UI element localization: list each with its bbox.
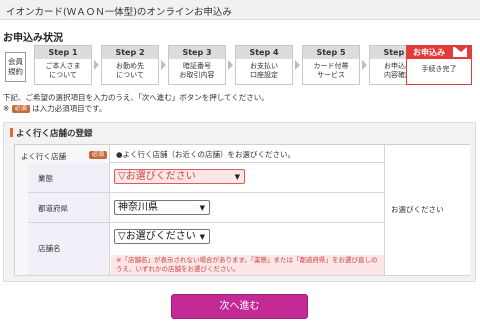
store-registration-panel: よく行く店舗の登録 よく行く店舗 必須 ●よく行く店舗（お近くの店舗）をお選びく… bbox=[3, 122, 476, 282]
row-value-prefecture: 神奈川県 ▼ bbox=[110, 193, 385, 223]
step-2: Step 2 お勤め先 について bbox=[101, 45, 159, 85]
member-terms-step: 会員 規約 bbox=[5, 52, 26, 82]
page-title: イオンカード(ＷＡＯＮ一体型)のオンラインお申込み bbox=[6, 7, 232, 18]
right-note-cell: お選びください bbox=[385, 145, 470, 276]
page-header: イオンカード(ＷＡＯＮ一体型)のオンラインお申込み bbox=[0, 0, 480, 20]
envelope-icon bbox=[453, 47, 467, 57]
required-badge: 必須 bbox=[89, 151, 108, 159]
chevron-down-icon: ▼ bbox=[234, 173, 240, 181]
step-complete: お申込み 手続き完了 bbox=[406, 45, 472, 85]
chevron-down-icon: ▼ bbox=[199, 204, 205, 212]
panel-title: よく行く店舗の登録 bbox=[10, 127, 93, 139]
step-3: Step 3 暗証番号 お取引内容 bbox=[168, 45, 226, 85]
row-label-prefecture: 都道府県 bbox=[28, 193, 110, 223]
row-label-store-name: 店舗名 bbox=[28, 223, 110, 276]
step-progress: Step 1 ご本人さま について Step 2 お勤め先 について Step 3 … bbox=[34, 45, 480, 85]
prefecture-select[interactable]: 神奈川県 ▼ bbox=[114, 200, 210, 215]
step-arrow-icon bbox=[362, 60, 367, 70]
field-label: よく行く店舗 bbox=[21, 152, 66, 161]
step-arrow-icon bbox=[94, 60, 99, 70]
status-heading: お申込み状況 bbox=[3, 33, 63, 44]
right-note: お選びください bbox=[391, 205, 444, 214]
step-5: Step 5 カード付帯 サービス bbox=[302, 45, 360, 85]
hint-text: ●よく行く店舗（お近くの店舗）をお選びください。 bbox=[116, 150, 296, 159]
step-arrow-icon bbox=[295, 60, 300, 70]
row-label-business-type: 業態 bbox=[28, 163, 110, 193]
business-type-select[interactable]: ▽お選びください ▼ bbox=[114, 169, 245, 184]
next-button[interactable]: 次へ進む bbox=[171, 294, 308, 319]
store-name-select[interactable]: ▽お選びください ▼ bbox=[114, 229, 210, 244]
step-4: Step 4 お支払い 口座設定 bbox=[235, 45, 293, 85]
required-badge: 必須 bbox=[11, 105, 30, 113]
store-form-table: よく行く店舗 必須 ●よく行く店舗（お近くの店舗）をお選びください。 業態 ▽お… bbox=[14, 144, 470, 276]
error-message: ※「店舗名」が表示されない場合があります。「業態」または「都道府県」をお選び直し… bbox=[111, 255, 384, 275]
step-1: Step 1 ご本人さま について bbox=[34, 45, 92, 85]
step-arrow-icon bbox=[161, 60, 166, 70]
step-arrow-icon bbox=[228, 60, 233, 70]
hint-row: ●よく行く店舗（お近くの店舗）をお選びください。 bbox=[110, 145, 385, 163]
instructions: 下記、ご希望の選択項目を入力のうえ、「次へ進む」ボタンを押してください。 ※ 必… bbox=[3, 93, 269, 113]
row-value-business-type: ▽お選びください ▼ bbox=[110, 163, 385, 193]
chevron-down-icon: ▼ bbox=[199, 233, 205, 241]
